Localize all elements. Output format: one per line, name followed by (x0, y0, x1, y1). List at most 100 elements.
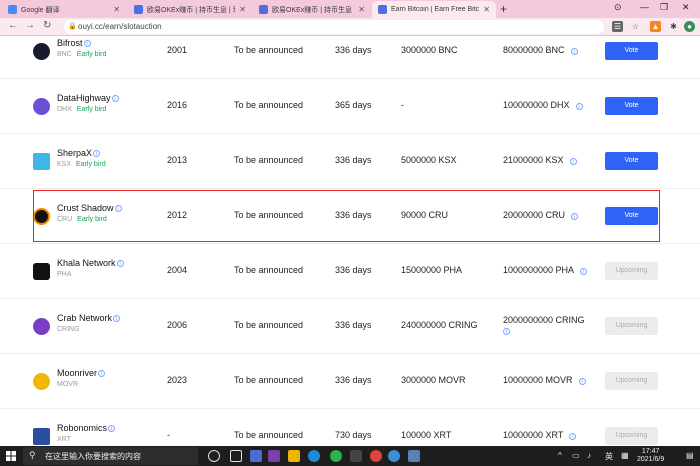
browser-tab[interactable]: 欧易OKEx赚币 | 持币生息 | 理财 ✕ (128, 1, 252, 18)
upcoming-button[interactable]: Upcoming (605, 372, 658, 390)
tab-title: Google 翻译 (21, 6, 60, 14)
chrome-active-icon[interactable] (388, 450, 400, 462)
browser-tab[interactable]: 欧易OKEx赚币 | 持币生息 | 理财 ✕ (253, 1, 371, 18)
file-explorer-icon[interactable] (288, 450, 300, 462)
close-window-icon[interactable]: ✕ (682, 2, 690, 13)
chevron-up-icon[interactable]: ^ (558, 451, 562, 460)
back-icon[interactable]: ← (8, 20, 18, 31)
reward-amount: 90000 CRU (401, 210, 449, 220)
project-symbol: XRT (57, 436, 71, 443)
taskbar: ⚲ 在这里输入你要搜索的内容 ^ ▭ ♪ 英 ▦ 17:47 2021/6/9 … (0, 446, 700, 466)
info-icon[interactable]: i (114, 205, 122, 212)
taskbar-search[interactable]: ⚲ 在这里输入你要搜索的内容 (23, 447, 198, 465)
close-tab-icon[interactable]: ✕ (239, 5, 246, 14)
info-icon[interactable]: i (578, 378, 586, 385)
metamask-icon[interactable]: ▲ (650, 21, 661, 32)
minimize-icon[interactable]: — (640, 2, 649, 12)
close-tab-icon[interactable]: ✕ (113, 5, 120, 14)
maximize-icon[interactable]: ❐ (660, 2, 668, 13)
app-icon[interactable] (350, 450, 362, 462)
network-icon[interactable]: ▭ (572, 451, 580, 460)
search-icon: ⚲ (29, 450, 36, 460)
info-icon[interactable]: i (93, 150, 101, 157)
project-symbol: MOVR (57, 381, 78, 388)
system-clock[interactable]: 17:47 2021/6/9 (637, 448, 664, 464)
new-tab-icon[interactable]: + (500, 2, 507, 16)
parachain-id: 2012 (167, 210, 188, 220)
notepad-icon[interactable] (408, 450, 420, 462)
app-icon[interactable] (250, 450, 262, 462)
task-view-icon[interactable] (230, 450, 242, 462)
profile-icon[interactable]: ⊙ (614, 2, 622, 13)
notification-icon[interactable]: ▤ (686, 451, 694, 460)
grid-icon[interactable]: ▦ (621, 451, 629, 460)
info-icon[interactable]: i (575, 103, 583, 110)
parachain-id: - (167, 430, 170, 440)
info-icon[interactable]: i (570, 48, 578, 55)
reward-cap: 2000000000 CRING i (503, 315, 585, 335)
reward-amount: 15000000 PHA (401, 265, 463, 275)
project-name: Moonriver i (57, 368, 106, 378)
edge-icon[interactable] (308, 450, 320, 462)
lease-days: 336 days (335, 320, 372, 330)
forward-icon[interactable]: → (25, 20, 35, 31)
parachain-id: 2001 (167, 45, 188, 55)
auction-date: To be announced (234, 155, 304, 165)
search-placeholder: 在这里输入你要搜索的内容 (45, 452, 141, 461)
moonriver-logo-icon (33, 373, 50, 390)
info-icon[interactable]: i (111, 95, 119, 102)
url-text: ouyi.cc/earn/slotauction (78, 22, 162, 31)
crust-shadow-logo-icon (33, 208, 50, 225)
upcoming-button[interactable]: Upcoming (605, 317, 658, 335)
auction-date: To be announced (234, 45, 304, 55)
vote-button[interactable]: Vote (605, 152, 658, 170)
info-icon[interactable]: i (580, 268, 588, 275)
volume-icon[interactable]: ♪ (587, 451, 591, 460)
onenote-icon[interactable] (268, 450, 280, 462)
upcoming-button[interactable]: Upcoming (605, 262, 658, 280)
vote-button[interactable]: Vote (605, 97, 658, 115)
puzzle-icon[interactable]: ✱ (668, 21, 679, 32)
clock-time: 17:47 (641, 448, 660, 455)
address-bar-row: ← → ↻ 🔒 ouyi.cc/earn/slotauction ☰ ☆ ▲ ✱… (0, 18, 700, 36)
info-icon[interactable]: i (116, 260, 124, 267)
cortana-icon[interactable] (208, 450, 220, 462)
chrome-icon[interactable] (370, 450, 382, 462)
reload-icon[interactable]: ↻ (43, 20, 51, 31)
info-icon[interactable]: i (108, 425, 116, 432)
info-icon[interactable]: i (98, 370, 106, 377)
lease-days: 336 days (335, 45, 372, 55)
slot-auction-table: Bifrost i BNC Early bird 2001 To be announ… (0, 36, 700, 446)
reward-cap: 10000000 XRT i (503, 430, 577, 440)
reward-amount: 3000000 MOVR (401, 375, 466, 385)
project-symbol: CRING (57, 326, 80, 333)
info-icon[interactable]: i (569, 433, 577, 440)
info-icon[interactable]: i (569, 158, 577, 165)
windows-start-icon[interactable] (6, 451, 16, 461)
info-icon[interactable]: i (571, 213, 579, 220)
tab-title: 欧易OKEx赚币 | 持币生息 | 理财 (147, 6, 235, 14)
reward-cap: 100000000 DHX i (503, 100, 583, 110)
star-icon[interactable]: ☆ (630, 21, 641, 32)
url-field[interactable]: 🔒 ouyi.cc/earn/slotauction (64, 20, 604, 34)
info-icon[interactable]: i (83, 40, 91, 47)
close-tab-icon[interactable]: ✕ (358, 5, 365, 14)
wechat-icon[interactable] (330, 450, 342, 462)
browser-tab[interactable]: Google 翻译 ✕ (2, 1, 126, 18)
close-tab-icon[interactable]: ✕ (483, 5, 490, 14)
info-icon[interactable]: i (113, 315, 121, 322)
reward-cap: 1000000000 PHA i (503, 265, 588, 275)
vote-button[interactable]: Vote (605, 207, 658, 225)
browser-tab-active[interactable]: Earn Bitcoin | Earn Free Bitcoin ✕ (372, 1, 496, 18)
reward-cap: 80000000 BNC i (503, 45, 578, 55)
info-icon[interactable]: i (503, 328, 510, 335)
project-symbol: DHX Early bird (57, 106, 107, 113)
ime-indicator[interactable]: 英 (605, 451, 613, 462)
lease-days: 336 days (335, 210, 372, 220)
vote-button[interactable]: Vote (605, 42, 658, 60)
upcoming-button[interactable]: Upcoming (605, 427, 658, 445)
table-row: Crust Shadow i CRU Early bird 2012 To be a… (0, 189, 700, 244)
lease-days: 336 days (335, 375, 372, 385)
avatar[interactable]: ● (684, 21, 695, 32)
extension-icon[interactable]: ☰ (612, 21, 623, 32)
